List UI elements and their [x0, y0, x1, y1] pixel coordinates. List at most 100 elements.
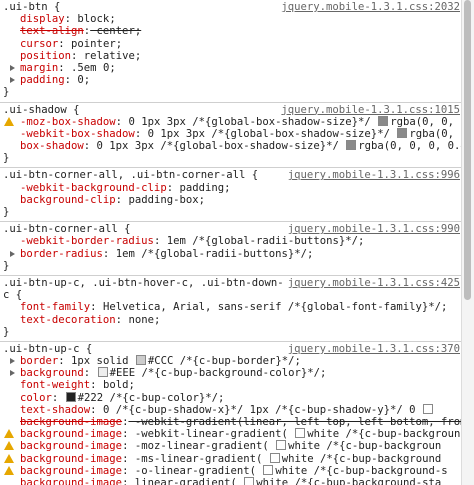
property-name[interactable]: background-image [20, 416, 122, 428]
property-name[interactable]: background-image [20, 428, 122, 440]
css-declaration[interactable]: position: relative; [0, 50, 462, 62]
property-value[interactable]: -moz-linear-gradient( [128, 440, 275, 452]
expand-arrow-icon[interactable] [10, 77, 15, 84]
property-value[interactable]: padding-box; [122, 194, 205, 206]
property-value-tail[interactable]: white /*{c-bup-backgroun [288, 440, 441, 452]
css-declaration[interactable]: background-image: -o-linear-gradient( wh… [0, 464, 462, 477]
property-value[interactable]: block; [71, 13, 115, 25]
property-name[interactable]: font-family [20, 301, 90, 313]
property-value[interactable]: padding; [173, 182, 230, 194]
property-value[interactable]: -o-linear-gradient( [128, 465, 262, 477]
property-value-tail[interactable]: #222 /*{c-bup-color}*/; [78, 392, 225, 404]
property-value-tail[interactable]: white /*{c-bup-background [307, 428, 462, 440]
property-value[interactable]: -webkit-gradient(linear, left top, left … [128, 416, 462, 428]
css-declaration[interactable]: -webkit-border-radius: 1em /*{global-rad… [0, 235, 462, 247]
color-swatch[interactable] [65, 391, 76, 402]
property-name[interactable]: -webkit-box-shadow [20, 128, 135, 140]
property-value[interactable]: relative; [77, 50, 141, 62]
source-link[interactable]: jquery.mobile-1.3.1.css:990 [284, 223, 460, 236]
property-name[interactable]: background [20, 367, 84, 379]
property-name[interactable]: border-radius [20, 248, 103, 260]
property-value[interactable]: pointer; [65, 38, 122, 50]
property-value-tail[interactable]: white /*{c-bup-background-s [275, 465, 447, 477]
css-declaration[interactable]: text-shadow: 0 /*{c-bup-shadow-x}*/ 1px … [0, 403, 462, 416]
color-swatch[interactable] [135, 355, 146, 366]
css-declaration[interactable]: -webkit-box-shadow: 0 1px 3px /*{global-… [0, 127, 462, 140]
color-swatch[interactable] [397, 127, 408, 138]
property-value[interactable]: 0; [71, 74, 90, 86]
css-declaration[interactable]: padding: 0; [0, 74, 462, 86]
color-swatch[interactable] [97, 367, 108, 378]
css-declaration[interactable]: cursor: pointer; [0, 38, 462, 50]
expand-arrow-icon[interactable] [10, 64, 15, 71]
expand-arrow-icon[interactable] [10, 358, 15, 365]
property-value[interactable]: 0 1px 3px /*{global-box-shadow-size}*/ [141, 128, 396, 140]
css-declaration[interactable]: background-image: -moz-linear-gradient( … [0, 440, 462, 452]
property-value-tail[interactable]: rgba(0, 0, 0, 0.4) [390, 116, 462, 128]
expand-arrow-icon[interactable] [10, 250, 15, 257]
color-swatch[interactable] [263, 464, 274, 475]
color-swatch[interactable] [276, 440, 287, 451]
source-link[interactable]: jquery.mobile-1.3.1.css:996 [284, 169, 460, 182]
property-value-tail[interactable]: rgba(0, 0, 0, 0.4) [358, 140, 462, 152]
property-name[interactable]: -webkit-background-clip [20, 182, 167, 194]
expand-arrow-icon[interactable] [10, 370, 15, 377]
css-declaration[interactable]: font-weight: bold; [0, 379, 462, 391]
css-declaration[interactable]: -webkit-background-clip: padding; [0, 182, 462, 194]
css-declaration[interactable]: background-clip: padding-box; [0, 194, 462, 206]
property-value[interactable]: 1px solid [65, 355, 135, 367]
property-name[interactable]: background-image [20, 477, 122, 485]
property-value-tail[interactable]: rgba(0, 0, 0, 0.4) [409, 128, 462, 140]
vertical-scrollbar[interactable] [461, 0, 474, 485]
property-name[interactable]: text-decoration [20, 314, 116, 326]
color-swatch[interactable] [378, 115, 389, 126]
property-name[interactable]: -webkit-border-radius [20, 235, 154, 247]
property-value[interactable]: Helvetica, Arial, sans-serif /*{global-f… [97, 301, 447, 313]
property-name[interactable]: color [20, 392, 52, 404]
color-swatch[interactable] [346, 140, 357, 151]
property-name[interactable]: background-image [20, 440, 122, 452]
css-declaration[interactable]: background-image: -ms-linear-gradient( w… [0, 452, 462, 465]
property-value[interactable]: center; [90, 25, 142, 37]
property-value[interactable]: 0 /*{c-bup-shadow-x}*/ 1px /*{c-bup-shad… [97, 404, 422, 416]
property-name[interactable]: background-image [20, 465, 122, 477]
css-declaration[interactable]: border: 1px solid #CCC /*{c-bup-border}*… [0, 355, 462, 367]
color-swatch[interactable] [295, 428, 306, 439]
property-name[interactable]: text-align [20, 25, 84, 37]
property-name[interactable]: position [20, 50, 71, 62]
property-name[interactable]: margin [20, 62, 58, 74]
property-value[interactable]: 0 1px 3px /*{global-box-shadow-size}*/ [122, 116, 377, 128]
css-declaration[interactable]: color: #222 /*{c-bup-color}*/; [0, 391, 462, 404]
css-declaration[interactable]: margin: .5em 0; [0, 62, 462, 74]
property-value-tail[interactable]: #CCC /*{c-bup-border}*/; [148, 355, 301, 367]
color-swatch[interactable] [244, 476, 255, 485]
property-name[interactable]: padding [20, 74, 65, 86]
property-value[interactable]: 1em /*{global-radii-buttons}*/; [160, 235, 365, 247]
property-name[interactable]: text-shadow [20, 404, 90, 416]
css-declaration[interactable]: font-family: Helvetica, Arial, sans-seri… [0, 301, 462, 313]
property-name[interactable]: display [20, 13, 65, 25]
css-declaration[interactable]: text-decoration: none; [0, 314, 462, 326]
property-value[interactable]: 1em /*{global-radii-buttons}*/; [109, 248, 314, 260]
property-value[interactable]: linear-gradient( [128, 477, 243, 485]
css-declaration[interactable]: text-align: center; [0, 25, 462, 37]
property-value-tail[interactable]: #EEE /*{c-bup-background-color}*/; [110, 367, 327, 379]
color-swatch[interactable] [422, 403, 433, 414]
css-declaration[interactable]: background-image: -webkit-gradient(linea… [0, 416, 462, 428]
property-name[interactable]: background-image [20, 453, 122, 465]
css-declaration[interactable]: background-image: linear-gradient( white… [0, 476, 462, 485]
property-value-tail[interactable]: white /*{c-bup-background-sta [256, 477, 441, 485]
property-value[interactable]: -webkit-linear-gradient( [128, 428, 294, 440]
property-value[interactable]: 0 1px 3px /*{global-box-shadow-size}*/ [90, 140, 345, 152]
property-value[interactable]: .5em 0; [65, 62, 116, 74]
source-link[interactable]: jquery.mobile-1.3.1.css:425 [284, 276, 460, 289]
property-name[interactable]: border [20, 355, 58, 367]
css-declaration[interactable]: background-image: -webkit-linear-gradien… [0, 428, 462, 440]
css-declaration[interactable]: box-shadow: 0 1px 3px /*{global-box-shad… [0, 140, 462, 152]
color-swatch[interactable] [269, 452, 280, 463]
scrollbar-thumb[interactable] [464, 0, 471, 300]
property-value[interactable]: none; [122, 314, 160, 326]
source-link[interactable]: jquery.mobile-1.3.1.css:2032 [278, 1, 460, 13]
property-name[interactable]: -moz-box-shadow [20, 116, 116, 128]
property-value-tail[interactable]: white /*{c-bup-background [282, 453, 441, 465]
